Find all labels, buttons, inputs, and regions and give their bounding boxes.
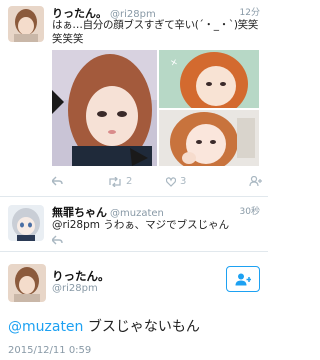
tweet-text-line2: 笑笑笑: [52, 33, 84, 45]
reply-text: ブスじゃないもん: [87, 319, 200, 335]
tweet-timestamp: 2015/12/11 0:59: [8, 345, 92, 356]
tweet-text-line1: はぁ…自分の顔ブスすぎて辛い(´・_・`)笑笑: [52, 19, 259, 31]
tweet-text: @ri28pm うわぁ、マジでブスじゃん: [52, 219, 230, 231]
tweet-1[interactable]: りったん。 @ri28pm 12分 はぁ…自分の顔ブスすぎて辛い(´・_・`)笑笑…: [0, 0, 268, 196]
tweet-detail[interactable]: りったん。 @ri28pm @muzaten ブスじゃないもん 2015/12/…: [0, 252, 268, 360]
tweet-time: 12分: [239, 8, 260, 18]
heart-icon: [166, 176, 176, 187]
like-count: 3: [180, 176, 187, 187]
follow-button[interactable]: [249, 176, 262, 187]
follow-icon: [249, 176, 262, 187]
media-photo-1[interactable]: [52, 50, 157, 166]
media-photo-3[interactable]: [159, 110, 259, 166]
reply-icon: [52, 176, 63, 186]
tweet-text: @muzaten ブスじゃないもん: [8, 316, 200, 336]
user-handle[interactable]: @ri28pm: [52, 283, 98, 294]
media-photo-2[interactable]: ×: [159, 50, 259, 108]
avatar[interactable]: [8, 205, 44, 241]
retweet-button[interactable]: 2: [108, 176, 132, 187]
like-button[interactable]: 3: [166, 176, 186, 187]
reply-button[interactable]: [52, 235, 63, 245]
retweet-count: 2: [126, 176, 133, 187]
reply-button[interactable]: [52, 176, 63, 186]
reply-icon: [52, 235, 63, 245]
retweet-icon: [109, 176, 121, 187]
follow-icon: [235, 273, 251, 285]
avatar[interactable]: [8, 6, 44, 42]
tweet-text: はぁ…自分の顔ブスすぎて辛い(´・_・`)笑笑 笑笑笑: [52, 18, 262, 46]
tweet-2[interactable]: 無罪ちゃん @muzaten 30秒 @ri28pm うわぁ、マジでブスじゃん: [0, 197, 268, 249]
follow-button[interactable]: [226, 266, 260, 292]
mention-link[interactable]: @muzaten: [8, 319, 83, 335]
user-name[interactable]: りったん。: [52, 268, 110, 284]
avatar[interactable]: [8, 264, 46, 302]
tweet-time: 30秒: [239, 207, 260, 217]
